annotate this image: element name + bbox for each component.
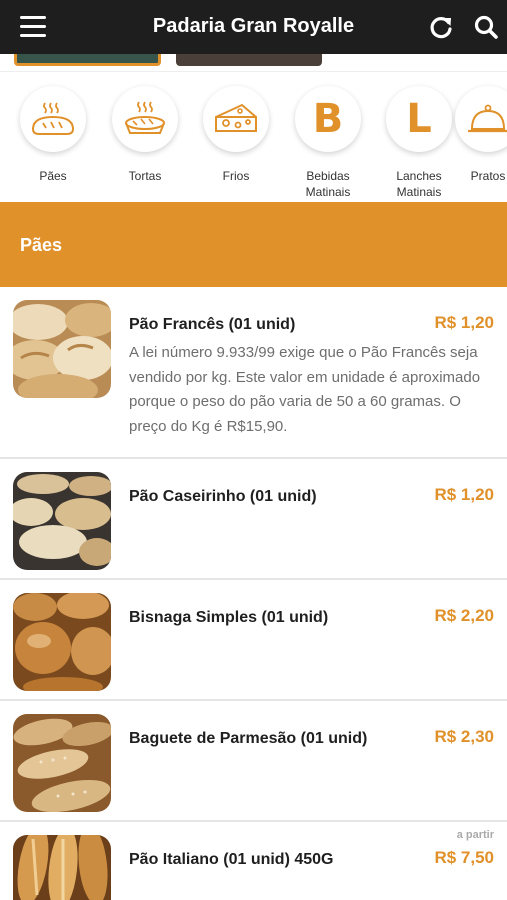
category-paes[interactable]: Pães [8, 86, 98, 184]
product-name: Baguete de Parmesão (01 unid) [129, 730, 368, 747]
category-label: Pratos [470, 169, 506, 183]
category-bar: Pães Tortas Frios B Bebidas Matinais L L… [0, 72, 507, 202]
bread-icon [31, 102, 75, 135]
section-title: Pães [20, 235, 63, 255]
category-label: Bebidas Matinais [305, 169, 351, 199]
product-name: Pão Italiano (01 unid) 450G [129, 851, 334, 868]
refresh-icon[interactable] [428, 14, 454, 40]
category-icon-wrapper [203, 86, 269, 152]
category-letter: L [406, 96, 432, 142]
category-frios[interactable]: Frios [191, 86, 281, 184]
banner-thumbnail[interactable] [176, 54, 322, 66]
product-price: R$ 2,20 [434, 606, 494, 625]
product-item[interactable]: Pão Caseirinho (01 unid) R$ 1,20 [0, 459, 507, 580]
product-name: Pão Francês (01 unid) [129, 316, 296, 333]
banner-thumbnail[interactable] [14, 54, 161, 66]
product-price: R$ 7,50 [434, 848, 494, 867]
product-image [13, 593, 111, 691]
product-item[interactable]: Bisnaga Simples (01 unid) R$ 2,20 [0, 580, 507, 701]
category-icon-wrapper [20, 86, 86, 152]
product-price: R$ 2,30 [434, 727, 494, 746]
product-name: Pão Caseirinho (01 unid) [129, 488, 317, 505]
app-header: Padaria Gran Royalle [0, 0, 507, 54]
product-list: Pão Francês (01 unid) R$ 1,20 A lei núme… [0, 287, 507, 900]
category-icon-wrapper: B [295, 86, 361, 152]
product-item[interactable]: a partir Pão Italiano (01 unid) 450G R$ … [0, 822, 507, 900]
category-icon-wrapper [455, 86, 507, 152]
category-label: Frios [222, 169, 250, 183]
search-icon[interactable] [473, 14, 499, 40]
price-prefix: a partir [456, 829, 494, 841]
category-bebidas-matinais[interactable]: B Bebidas Matinais [283, 86, 373, 200]
product-item[interactable]: Pão Francês (01 unid) R$ 1,20 A lei núme… [0, 287, 507, 459]
product-image [13, 472, 111, 570]
product-name: Bisnaga Simples (01 unid) [129, 609, 329, 626]
cloche-icon [468, 104, 507, 133]
category-icon-wrapper [112, 86, 178, 152]
product-price: R$ 1,20 [434, 485, 494, 504]
section-header: Pães [0, 202, 507, 287]
product-item[interactable]: Baguete de Parmesão (01 unid) R$ 2,30 [0, 701, 507, 822]
category-pratos[interactable]: Pratos [443, 86, 507, 184]
category-tortas[interactable]: Tortas [100, 86, 190, 184]
product-price: R$ 1,20 [434, 313, 494, 332]
banner-carousel[interactable] [0, 54, 507, 72]
product-image [13, 714, 111, 812]
cheese-icon [215, 103, 257, 132]
category-label: Pães [39, 169, 67, 183]
product-image [13, 300, 111, 398]
product-description: A lei número 9.933/99 exige que o Pão Fr… [129, 344, 481, 435]
category-label: Tortas [128, 169, 162, 183]
pie-icon [125, 101, 165, 134]
product-image [13, 835, 111, 900]
category-letter: B [312, 96, 344, 142]
